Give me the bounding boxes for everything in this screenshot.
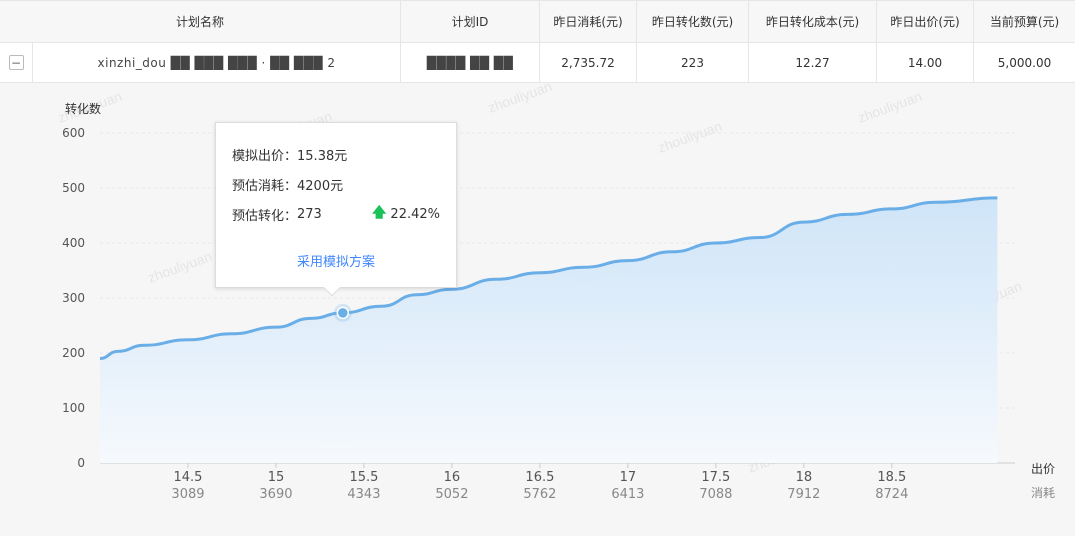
table-header-row: 计划名称 计划ID 昨日消耗(元) 昨日转化数(元) 昨日转化成本(元) 昨日出… <box>0 1 1075 43</box>
tooltip-conv-line: 预估转化： 273 🡅 22.42% <box>232 199 440 229</box>
header-plan-name[interactable]: 计划名称 <box>0 1 401 42</box>
y-tick-label: 300 <box>62 291 85 305</box>
plan-name-cell: xinzhi_dou ██ ███ ███ · ██ ███ 2 <box>33 43 401 82</box>
x-tick-spend-label: 8724 <box>875 487 908 502</box>
header-bid[interactable]: 昨日出价(元) <box>877 1 974 42</box>
conversions-cell: 223 <box>637 43 749 82</box>
tooltip-conv-label: 预估转化： <box>232 208 298 224</box>
tooltip-spend-value: 4200元 <box>297 178 344 194</box>
header-conversions[interactable]: 昨日转化数(元) <box>637 1 749 42</box>
plan-id-cell: ████ ██ ██ <box>401 43 540 82</box>
tooltip-bid-label: 模拟出价： <box>232 148 298 164</box>
x-tick-bid-label: 15 <box>268 470 285 485</box>
budget-cell: 5,000.00 <box>997 55 1052 70</box>
x-tick-spend-label: 6413 <box>611 487 644 502</box>
tooltip-change-value: 22.42% <box>390 206 440 222</box>
apply-simulation-link[interactable]: 采用模拟方案 <box>216 251 456 270</box>
table-row: − xinzhi_dou ██ ███ ███ · ██ ███ 2 ████ … <box>0 43 1075 83</box>
tooltip-bid-line: 模拟出价： 15.38元 <box>232 139 440 169</box>
tooltip-bid-value: 15.38元 <box>297 148 348 164</box>
y-tick-label: 600 <box>62 126 85 140</box>
y-tick-label: 0 <box>77 456 85 470</box>
header-conversion-cost[interactable]: 昨日转化成本(元) <box>749 1 877 42</box>
y-tick-label: 100 <box>62 401 85 415</box>
watermark-text: zhouliyuan <box>486 83 554 116</box>
conversion-cost-cell: 12.27 <box>749 43 877 82</box>
tooltip-spend-label: 预估消耗： <box>232 178 298 194</box>
x-tick-spend-label: 3690 <box>259 487 292 502</box>
x-axis-label: 出价 <box>1031 462 1055 476</box>
x-tick-bid-label: 17 <box>620 470 637 485</box>
x-tick-bid-label: 15.5 <box>349 470 378 485</box>
watermark-text: zhouliyuan <box>656 118 724 156</box>
x-tick-spend-label: 5052 <box>435 487 468 502</box>
expand-cell: − <box>0 43 33 82</box>
simulation-tooltip: 模拟出价： 15.38元 预估消耗： 4200元 预估转化： 273 🡅 22.… <box>215 122 457 297</box>
watermark-text: zhouliyuan <box>856 88 924 126</box>
y-tick-label: 200 <box>62 346 85 360</box>
tooltip-conv-value: 273 <box>297 206 322 222</box>
header-plan-id[interactable]: 计划ID <box>401 1 540 42</box>
spend-cell: 2,735.72 <box>540 43 637 82</box>
x-tick-spend-label: 5762 <box>523 487 556 502</box>
x-tick-bid-label: 14.5 <box>174 470 203 485</box>
x-tick-bid-label: 18.5 <box>877 470 906 485</box>
bid-cell: 14.00 <box>877 43 974 82</box>
highlight-point <box>336 306 350 320</box>
x-tick-bid-label: 16 <box>444 470 461 485</box>
collapse-button[interactable]: − <box>8 55 24 70</box>
x-tick-bid-label: 16.5 <box>525 470 554 485</box>
x-tick-spend-label: 3089 <box>171 487 204 502</box>
arrow-up-icon: 🡅 <box>372 205 387 221</box>
x-tick-spend-label: 7912 <box>787 487 820 502</box>
x-tick-spend-label: 7088 <box>699 487 732 502</box>
header-budget[interactable]: 当前预算(元) <box>974 1 1075 42</box>
tooltip-spend-line: 预估消耗： 4200元 <box>232 169 440 199</box>
y-tick-label: 400 <box>62 236 85 250</box>
tooltip-change: 🡅 22.42% <box>372 202 440 226</box>
bid-simulation-chart[interactable]: zhouliyuan zhouliyuan zhouliyuan zhouliyuan… <box>0 83 1075 536</box>
header-spend[interactable]: 昨日消耗(元) <box>540 1 637 42</box>
y-tick-label: 500 <box>62 181 85 195</box>
plan-table: 计划名称 计划ID 昨日消耗(元) 昨日转化数(元) 昨日转化成本(元) 昨日出… <box>0 0 1075 83</box>
x-tick-spend-label: 4343 <box>347 487 380 502</box>
watermark-text: zhouliyuan <box>146 248 214 286</box>
x-tick-bid-label: 17.5 <box>701 470 730 485</box>
x-tick-bid-label: 18 <box>796 470 813 485</box>
bid-simulation-chart-panel: zhouliyuan zhouliyuan zhouliyuan zhouliyuan… <box>0 83 1075 536</box>
y-axis-label: 转化数 <box>65 101 101 116</box>
x2-axis-label: 消耗 <box>1031 486 1055 500</box>
